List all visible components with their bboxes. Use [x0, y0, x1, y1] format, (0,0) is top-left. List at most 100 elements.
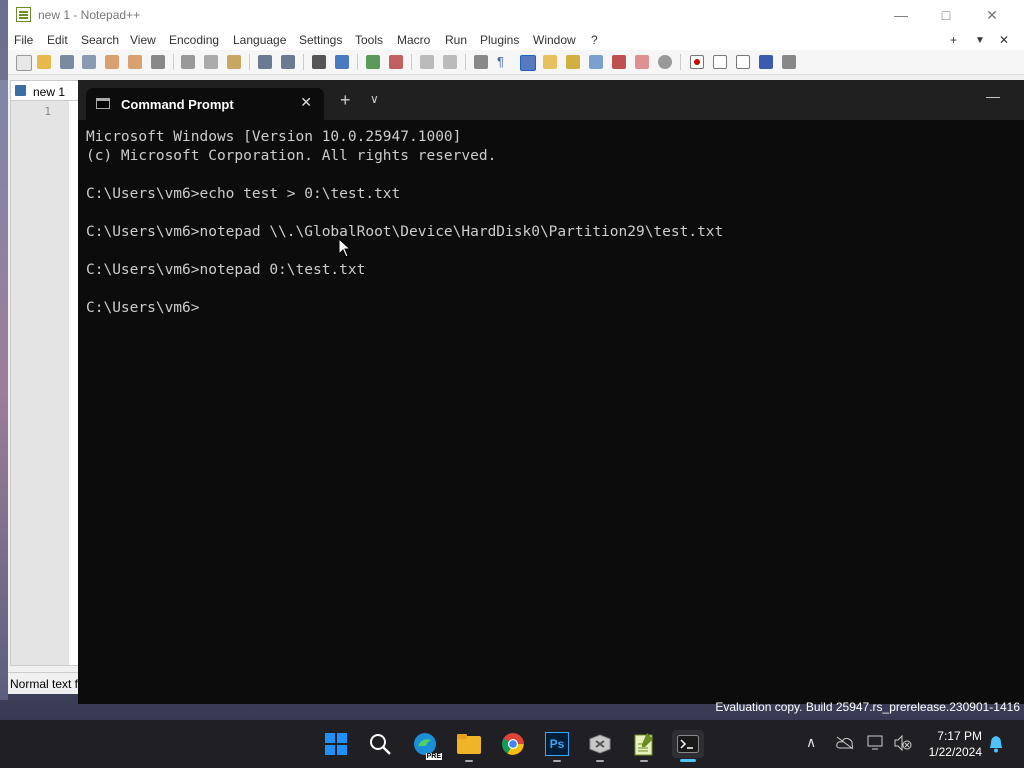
save-icon[interactable] [60, 55, 74, 69]
pre-badge: PRE [425, 753, 442, 760]
play-macro-icon[interactable] [736, 55, 750, 69]
word-wrap-icon[interactable] [474, 55, 488, 69]
notepadpp-icon[interactable] [630, 730, 658, 762]
clock-date: 1/22/2024 [928, 745, 982, 759]
editor-area[interactable]: 1 [10, 100, 80, 666]
close-icon[interactable] [105, 55, 119, 69]
notepadpp-title: new 1 - Notepad++ [38, 8, 141, 22]
print-icon[interactable] [151, 55, 165, 69]
sync-h-icon[interactable] [443, 55, 457, 69]
close-doc-icon[interactable]: ✕ [999, 33, 1009, 47]
tab-command-prompt[interactable]: Command Prompt ✕ [86, 88, 324, 120]
edge-icon[interactable]: PRE [411, 730, 442, 760]
menu-window[interactable]: Window [533, 33, 576, 47]
new-file-icon[interactable] [16, 55, 32, 71]
menu-language[interactable]: Language [233, 33, 286, 47]
chrome-icon[interactable] [499, 730, 527, 758]
close-button[interactable]: ✕ [977, 4, 1007, 26]
menu-plugins[interactable]: Plugins [480, 33, 519, 47]
volume-muted-icon[interactable] [894, 734, 912, 754]
replace-icon[interactable] [335, 55, 349, 69]
photoshop-icon[interactable]: Ps [543, 730, 571, 762]
paste-icon[interactable] [227, 55, 241, 69]
minimize-icon[interactable]: — [986, 88, 1000, 104]
notepadpp-titlebar: new 1 - Notepad++ — □ ✕ [8, 0, 1024, 30]
menu-help[interactable]: ? [591, 33, 598, 47]
save-all-icon[interactable] [82, 55, 96, 69]
terminal-output[interactable]: Microsoft Windows [Version 10.0.25947.10… [86, 128, 1016, 688]
new-tab-icon[interactable]: + [340, 90, 351, 111]
sync-v-icon[interactable] [420, 55, 434, 69]
taskbar: PRE Ps ∧ 7:17 PM 1/22/2024 [0, 720, 1024, 768]
onedrive-icon[interactable] [836, 736, 854, 753]
folder-workspace-icon[interactable] [635, 55, 649, 69]
toolbar: ¶ [8, 50, 1024, 75]
network-icon[interactable] [867, 735, 885, 754]
cmd-icon [96, 98, 110, 109]
terminal-line: (c) Microsoft Corporation. All rights re… [86, 148, 497, 164]
notification-bell-icon[interactable] [988, 735, 1004, 756]
menu-settings[interactable]: Settings [299, 33, 342, 47]
terminal-line: Microsoft Windows [Version 10.0.25947.10… [86, 129, 462, 145]
menubar: File Edit Search View Encoding Language … [8, 30, 1024, 50]
search-icon[interactable] [366, 730, 394, 758]
doc-map-icon[interactable] [566, 55, 580, 69]
menu-encoding[interactable]: Encoding [169, 33, 219, 47]
maximize-button[interactable]: □ [931, 4, 961, 26]
tab-label: new 1 [33, 85, 66, 99]
function-list-icon[interactable] [612, 55, 626, 69]
menu-tools[interactable]: Tools [355, 33, 383, 47]
doc-list-icon[interactable] [589, 55, 603, 69]
tab-new-1[interactable]: new 1 [10, 80, 84, 101]
menu-edit[interactable]: Edit [47, 33, 68, 47]
save-macro-icon[interactable] [782, 55, 796, 69]
menu-view[interactable]: View [130, 33, 156, 47]
chevron-down-icon[interactable]: ∨ [370, 92, 379, 106]
menu-run[interactable]: Run [445, 33, 467, 47]
redo-icon[interactable] [281, 55, 295, 69]
start-icon[interactable] [322, 730, 350, 758]
minimize-button[interactable]: — [886, 4, 916, 26]
save-icon [15, 85, 26, 96]
record-macro-icon[interactable] [690, 55, 704, 69]
zoom-out-icon[interactable] [389, 55, 403, 69]
close-tab-icon[interactable]: ✕ [300, 94, 312, 111]
file-explorer-icon[interactable] [455, 730, 483, 762]
desktop-wallpaper [0, 80, 8, 700]
menu-file[interactable]: File [14, 33, 33, 47]
terminal-window[interactable]: Command Prompt ✕ + ∨ — Microsoft Windows… [78, 80, 1024, 704]
open-file-icon[interactable] [37, 55, 51, 69]
find-icon[interactable] [312, 55, 326, 69]
menu-macro[interactable]: Macro [397, 33, 430, 47]
undo-icon[interactable] [258, 55, 272, 69]
show-all-chars-icon[interactable]: ¶ [497, 55, 511, 69]
app-icon[interactable] [586, 730, 614, 762]
terminal-icon[interactable] [672, 730, 704, 762]
monitoring-icon[interactable] [658, 55, 672, 69]
notepadpp-app-icon [16, 7, 31, 22]
tab-title: Command Prompt [121, 97, 234, 112]
terminal-titlebar: Command Prompt ✕ + ∨ — [78, 80, 1024, 120]
udl-icon[interactable] [543, 55, 557, 69]
chevron-up-icon[interactable]: ∧ [806, 734, 816, 751]
copy-icon[interactable] [204, 55, 218, 69]
indent-guide-icon[interactable] [520, 55, 536, 71]
new-tab-icon[interactable]: + [950, 33, 957, 47]
zoom-in-icon[interactable] [366, 55, 380, 69]
tab-list-icon[interactable]: ▼ [975, 35, 985, 46]
cut-icon[interactable] [181, 55, 195, 69]
line-number: 1 [44, 105, 51, 118]
stop-macro-icon[interactable] [713, 55, 727, 69]
close-all-icon[interactable] [128, 55, 142, 69]
line-number-gutter: 1 [11, 101, 69, 665]
menu-search[interactable]: Search [81, 33, 119, 47]
terminal-line: C:\Users\vm6>echo test > 0:\test.txt [86, 186, 401, 202]
evaluation-watermark: Evaluation copy. Build 25947.rs_prerelea… [715, 700, 1020, 714]
run-macro-multiple-icon[interactable] [759, 55, 773, 69]
terminal-line: C:\Users\vm6>notepad \\.\GlobalRoot\Devi… [86, 224, 724, 240]
clock[interactable]: 7:17 PM 1/22/2024 [929, 728, 982, 760]
